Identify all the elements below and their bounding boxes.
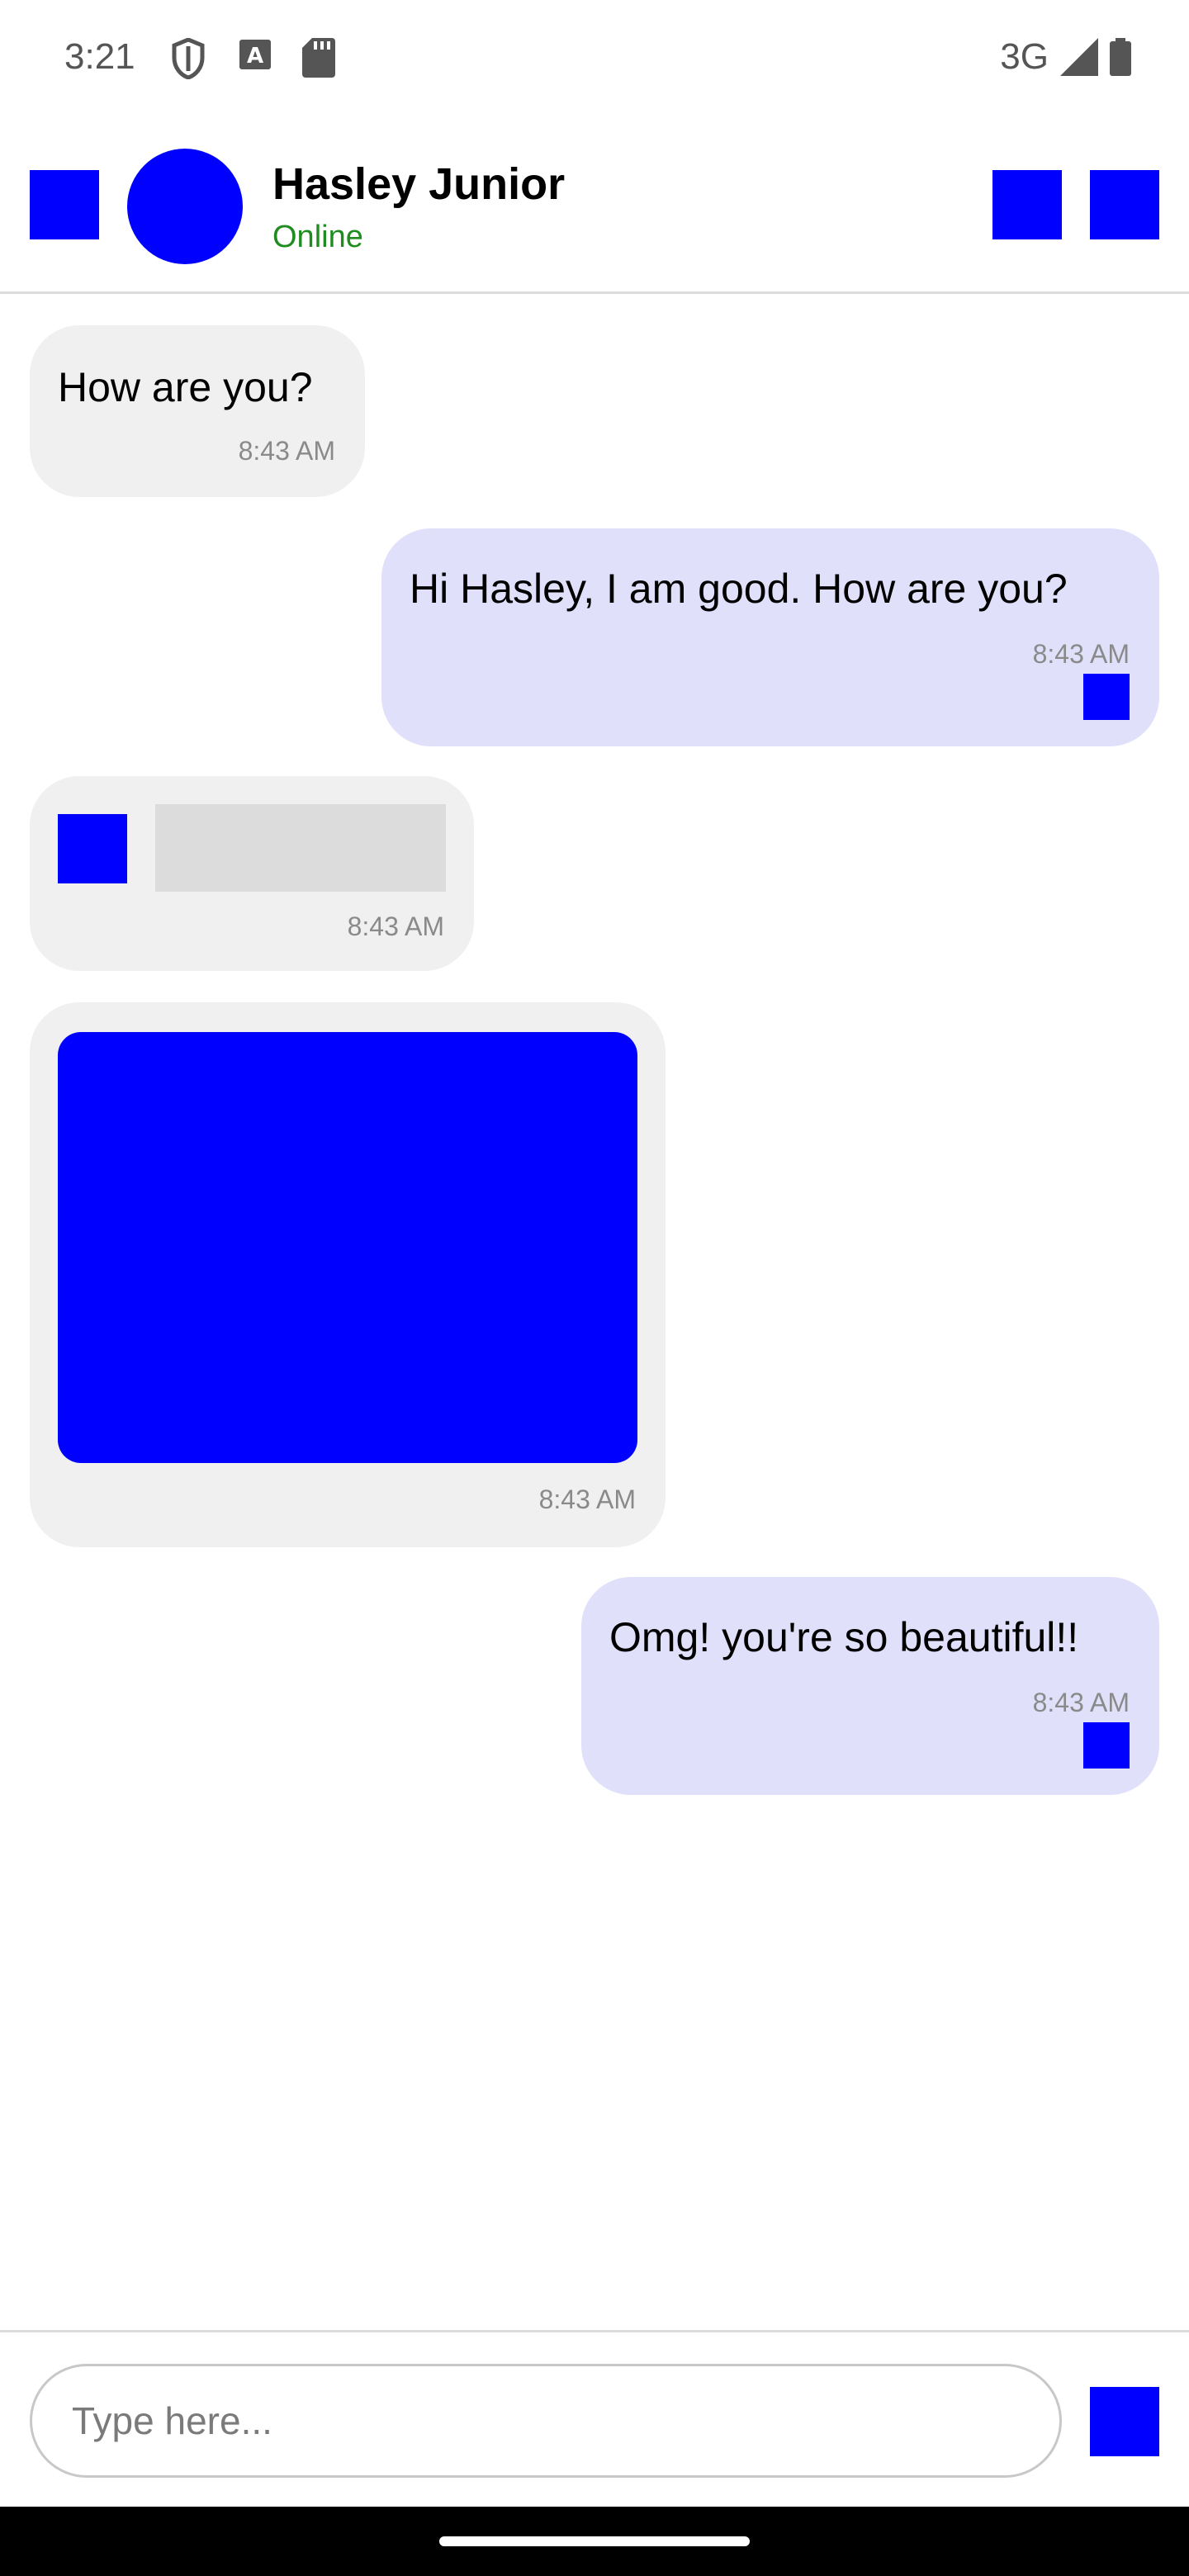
message-text: Hi Hasley, I am good. How are you?	[410, 566, 1068, 612]
contact-status: Online	[272, 220, 363, 254]
more-options-icon[interactable]	[1090, 170, 1159, 239]
message-time: 8:43 AM	[347, 912, 444, 941]
chat-header: Hasley Junior Online	[0, 119, 1189, 294]
sd-card-icon	[302, 38, 335, 78]
audio-waveform[interactable]	[155, 804, 446, 892]
status-bar: 3:21 A 3G	[0, 0, 1189, 119]
message-text: Omg! you're so beautiful!!	[609, 1614, 1079, 1660]
shield-icon	[172, 38, 205, 79]
message-time: 8:43 AM	[1032, 639, 1130, 669]
home-gesture-handle[interactable]	[439, 2536, 750, 2546]
message-bubble-outgoing[interactable]: Omg! you're so beautiful!! 8:43 AM	[581, 1577, 1159, 1795]
signal-icon	[1060, 38, 1098, 76]
play-icon[interactable]	[58, 814, 127, 883]
message-time: 8:43 AM	[1032, 1688, 1130, 1717]
back-arrow-icon[interactable]	[30, 170, 99, 239]
battery-icon	[1110, 38, 1131, 76]
send-icon[interactable]	[1090, 2387, 1159, 2456]
status-time: 3:21	[64, 36, 135, 77]
message-time: 8:43 AM	[538, 1485, 636, 1514]
message-bubble-outgoing[interactable]: Hi Hasley, I am good. How are you? 8:43 …	[381, 528, 1159, 746]
message-text: How are you?	[58, 364, 313, 410]
message-bubble-image: 8:43 AM	[30, 1002, 666, 1547]
message-input[interactable]	[30, 2364, 1062, 2478]
message-time: 8:43 AM	[238, 436, 335, 466]
network-type: 3G	[1000, 36, 1049, 77]
contact-name: Hasley Junior	[272, 159, 566, 209]
a-badge-icon: A	[239, 40, 271, 69]
status-right-group: 3G	[1000, 36, 1131, 78]
read-receipt-icon	[1083, 1722, 1130, 1769]
call-icon[interactable]	[992, 170, 1062, 239]
message-bubble-audio: 8:43 AM	[30, 776, 474, 971]
message-image[interactable]	[58, 1032, 637, 1463]
message-bubble-incoming[interactable]: How are you? 8:43 AM	[30, 325, 365, 497]
system-nav-bar	[0, 2507, 1189, 2576]
svg-text:A: A	[247, 44, 263, 69]
read-receipt-icon	[1083, 674, 1130, 720]
message-composer	[0, 2330, 1189, 2507]
avatar[interactable]	[127, 149, 243, 264]
